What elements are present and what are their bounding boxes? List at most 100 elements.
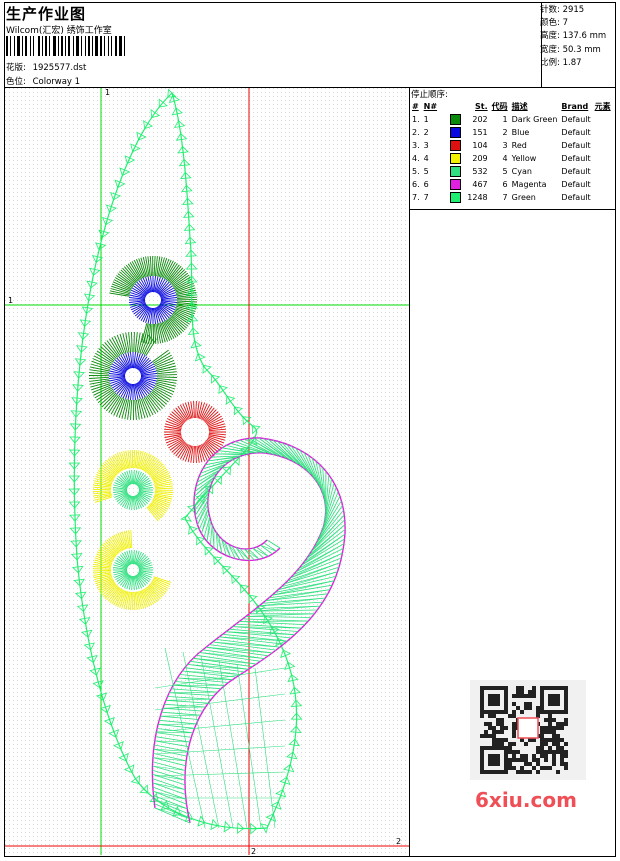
design-file-label: 花版:	[6, 63, 26, 73]
embroidery-design-preview: 1 1 2 2	[5, 88, 409, 855]
page-title: 生产作业图	[6, 5, 87, 23]
stop-row-code: 6	[502, 180, 508, 189]
stop-row-index: 2.	[412, 128, 420, 137]
color-swatch	[449, 179, 461, 190]
stop-row-needle: 5	[423, 167, 429, 176]
stop-row-needle: 4	[423, 154, 429, 163]
guide-label-top-1: 1	[105, 88, 110, 97]
stat-height: 高度: 137.6 mm	[540, 31, 607, 42]
stop-row-desc: Yellow	[511, 154, 537, 163]
stop-row-index: 1.	[412, 115, 420, 124]
stop-row-element	[593, 165, 613, 178]
stop-row-swatch	[448, 178, 464, 191]
col-brand: Brand	[561, 102, 589, 111]
stop-row-code: 1	[502, 115, 508, 124]
stop-row-element	[593, 191, 613, 204]
col-element: 元素	[594, 102, 611, 111]
company-name: Wilcom(汇宏) 绣饰工作室	[6, 26, 112, 36]
stop-row-swatch	[448, 113, 464, 126]
barcode	[6, 36, 125, 56]
stop-row-element	[593, 178, 613, 191]
stop-row-swatch	[448, 139, 464, 152]
stop-row-brand: Default	[561, 167, 591, 176]
stop-row-desc: Green	[511, 193, 536, 202]
stop-row-swatch	[448, 165, 464, 178]
stop-row-index: 3.	[412, 141, 420, 150]
stop-panel-bottom	[409, 209, 615, 210]
stop-row-brand: Default	[561, 154, 591, 163]
color-swatch	[449, 166, 461, 177]
design-file-row: 花版: 1925577.dst	[6, 61, 86, 73]
stop-row-stitches: 467	[472, 180, 488, 189]
stop-row: 6. 6 467 6 Magenta Default	[410, 178, 613, 191]
stop-sequence-panel: 停止顺序: # N# St. 代码 描述 Brand 元素 1. 1 202 1 Dar…	[410, 88, 615, 208]
col-code: 代码	[491, 102, 508, 111]
stop-row-brand: Default	[561, 180, 591, 189]
stat-scale: 比例: 1.87	[540, 57, 582, 68]
col-index: #	[412, 102, 419, 111]
colorway-row: 色位: Colorway 1	[6, 75, 80, 87]
colorway-label: 色位:	[6, 77, 26, 87]
stop-row-brand: Default	[561, 193, 591, 202]
stop-row-stitches: 104	[472, 141, 488, 150]
stop-row-code: 5	[502, 167, 508, 176]
stop-row: 7. 7 1248 7 Green Default	[410, 191, 613, 204]
stop-row-code: 2	[502, 128, 508, 137]
stop-table-header: # N# St. 代码 描述 Brand 元素	[410, 100, 613, 113]
stop-sequence-table: # N# St. 代码 描述 Brand 元素 1. 1 202 1 Dark Gree…	[410, 100, 613, 204]
stop-row-needle: 7	[423, 193, 429, 202]
stop-row-index: 5.	[412, 167, 420, 176]
col-stitches: St.	[475, 102, 488, 111]
guide-label-bottom-2: 2	[251, 847, 256, 855]
stop-row-desc: Blue	[511, 128, 530, 137]
stop-row-index: 4.	[412, 154, 420, 163]
stop-row-element	[593, 139, 613, 152]
stop-row-element	[593, 152, 613, 165]
guide-label-left-1: 1	[8, 296, 13, 305]
stats-block: 针数: 2915 颜色: 7 高度: 137.6 mm 宽度: 50.3 mm …	[540, 4, 606, 70]
stop-row-desc: Cyan	[511, 167, 532, 176]
col-needle: N#	[423, 102, 438, 111]
stop-row-element	[593, 113, 613, 126]
color-swatch	[449, 127, 461, 138]
stop-row: 2. 2 151 2 Blue Default	[410, 126, 613, 139]
grid-background	[5, 88, 409, 855]
stop-row-element	[593, 126, 613, 139]
stop-row-brand: Default	[561, 128, 591, 137]
stop-row-desc: Red	[511, 141, 527, 150]
stop-row: 5. 5 532 5 Cyan Default	[410, 165, 613, 178]
color-swatch	[449, 114, 461, 125]
stop-row-needle: 2	[423, 128, 429, 137]
stop-row-needle: 6	[423, 180, 429, 189]
stop-row-code: 4	[502, 154, 508, 163]
stop-row-desc: Dark Green	[511, 115, 558, 124]
stat-colors: 颜色: 7	[540, 18, 568, 29]
stat-stitches: 针数: 2915	[540, 5, 585, 15]
stop-row-stitches: 1248	[467, 193, 488, 202]
color-swatch	[449, 153, 461, 164]
stop-row-code: 7	[502, 193, 508, 202]
color-swatch	[449, 192, 461, 203]
stop-row-brand: Default	[561, 115, 591, 124]
stop-row-brand: Default	[561, 141, 591, 150]
colorway-value: Colorway 1	[32, 77, 81, 87]
stop-row-stitches: 209	[472, 154, 488, 163]
stop-row-stitches: 151	[472, 128, 488, 137]
stop-sequence-title: 停止顺序:	[411, 90, 448, 100]
stop-row-needle: 1	[423, 115, 429, 124]
col-desc: 描述	[511, 102, 528, 111]
stop-row: 4. 4 209 4 Yellow Default	[410, 152, 613, 165]
stop-row-stitches: 532	[472, 167, 488, 176]
color-swatch	[449, 140, 461, 151]
stop-row-swatch	[448, 191, 464, 204]
watermark-logo: 6xiu.com	[475, 788, 577, 812]
stop-row-code: 3	[502, 141, 508, 150]
stop-row-swatch	[448, 152, 464, 165]
design-file-value: 1925577.dst	[32, 63, 87, 73]
qr-code-image	[470, 680, 586, 780]
stop-row-index: 7.	[412, 193, 420, 202]
stop-row: 3. 3 104 3 Red Default	[410, 139, 613, 152]
stop-row-stitches: 202	[472, 115, 488, 124]
stop-row-index: 6.	[412, 180, 420, 189]
stop-row-desc: Magenta	[511, 180, 547, 189]
